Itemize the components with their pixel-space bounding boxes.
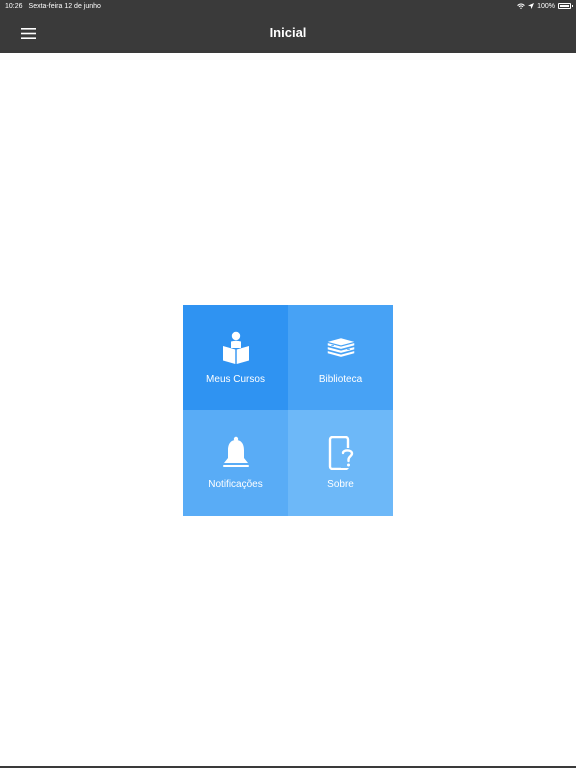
page-title: Inicial: [269, 25, 307, 40]
tile-label: Biblioteca: [318, 374, 363, 385]
tile-label: Notificações: [208, 479, 263, 490]
status-time: 10:26: [5, 2, 23, 10]
hamburger-menu-button[interactable]: [16, 21, 40, 45]
tile-label: Meus Cursos: [206, 374, 265, 385]
wifi-icon: [517, 3, 525, 9]
tile-notificacoes[interactable]: Notificações: [183, 410, 288, 516]
tile-sobre[interactable]: Sobre: [288, 410, 393, 516]
battery-percent: 100%: [537, 2, 555, 10]
tile-meus-cursos[interactable]: Meus Cursos: [183, 305, 288, 410]
books-stack-icon: [326, 331, 356, 365]
tile-biblioteca[interactable]: Biblioteca: [288, 305, 393, 410]
battery-icon: [558, 3, 573, 9]
location-arrow-icon: [528, 3, 535, 9]
status-bar: 10:26 Sexta-feira 12 de junho 100%: [0, 0, 576, 12]
top-navbar: Inicial: [0, 12, 576, 53]
status-date: Sexta-feira 12 de junho: [28, 2, 101, 10]
home-menu-grid: Meus Cursos Biblioteca Notificações Sobr…: [183, 305, 393, 516]
student-book-icon: [221, 331, 251, 365]
hamburger-icon: [20, 27, 36, 39]
tile-label: Sobre: [327, 479, 354, 490]
phone-question-icon: [326, 436, 356, 470]
bell-icon: [221, 436, 251, 470]
